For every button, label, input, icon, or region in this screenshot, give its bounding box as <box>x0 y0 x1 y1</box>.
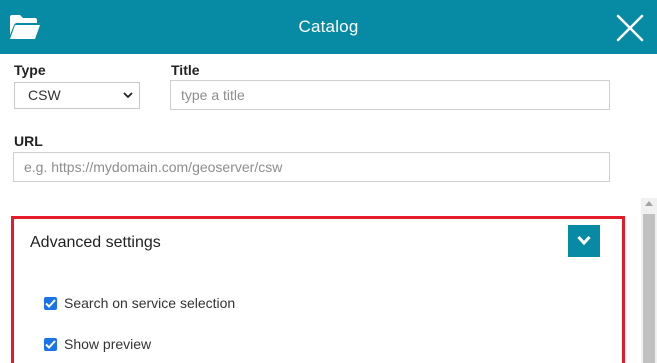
check-icon <box>45 340 56 349</box>
type-label: Type <box>14 62 46 78</box>
advanced-settings-panel: Advanced settings Search on service sele… <box>11 216 625 363</box>
type-select[interactable]: CSW <box>14 82 140 109</box>
show-preview-checkbox[interactable] <box>44 338 57 351</box>
url-input[interactable] <box>13 152 610 182</box>
url-label: URL <box>14 133 43 149</box>
chevron-down-icon <box>577 235 591 246</box>
advanced-settings-title: Advanced settings <box>30 234 161 251</box>
title-label: Title <box>171 62 200 78</box>
check-icon <box>45 299 56 308</box>
catalog-dialog: Catalog Type CSW Title URL Advanced sett… <box>0 0 657 363</box>
scrollbar-thumb[interactable] <box>643 214 655 363</box>
title-input[interactable] <box>170 80 610 110</box>
search-on-service-selection-label: Search on service selection <box>64 295 236 311</box>
show-preview-label: Show preview <box>64 336 152 352</box>
scroll-up-arrow-icon[interactable] <box>645 201 653 206</box>
dialog-header: Catalog <box>0 0 657 54</box>
search-on-service-selection-checkbox[interactable] <box>44 297 57 310</box>
close-icon[interactable] <box>614 12 646 44</box>
advanced-settings-toggle-button[interactable] <box>568 225 600 257</box>
dialog-title: Catalog <box>298 17 359 36</box>
type-select-value: CSW <box>28 87 61 103</box>
chevron-down-icon <box>123 92 133 99</box>
